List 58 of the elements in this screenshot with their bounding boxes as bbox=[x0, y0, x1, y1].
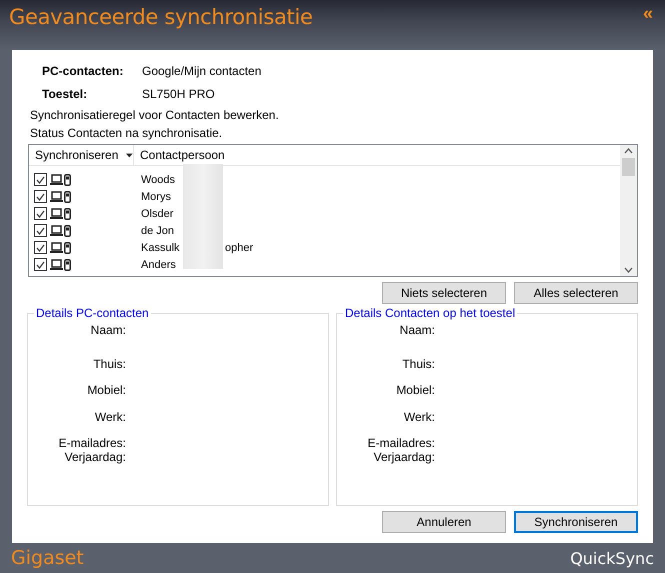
group-title: Details Contacten op het toestel bbox=[343, 306, 518, 320]
product-name: QuickSync bbox=[570, 548, 654, 568]
checkbox[interactable] bbox=[34, 173, 47, 186]
checkbox[interactable] bbox=[34, 190, 47, 203]
checkbox[interactable] bbox=[34, 207, 47, 220]
scroll-thumb[interactable] bbox=[622, 158, 635, 176]
field-label: E-mailadres: bbox=[58, 436, 126, 450]
select-button[interactable]: Niets selecteren bbox=[382, 282, 506, 304]
info-label: Toestel: bbox=[42, 87, 88, 102]
description-text: Status Contacten na synchronisatie. bbox=[30, 126, 224, 141]
phone-icon bbox=[64, 242, 71, 254]
scrollbar[interactable] bbox=[620, 145, 637, 276]
field-label: Naam: bbox=[90, 323, 126, 339]
contact-name: Anders bbox=[141, 258, 176, 270]
checkbox[interactable] bbox=[34, 224, 47, 237]
field-label: Werk: bbox=[404, 410, 435, 426]
field-label: Naam: bbox=[400, 323, 435, 339]
laptop-icon bbox=[50, 208, 63, 219]
contact-name: Woods bbox=[141, 174, 176, 186]
field-label: Mobiel: bbox=[396, 383, 435, 399]
collapse-button[interactable]: « bbox=[642, 3, 653, 24]
info-value: Google/Mijn contacten bbox=[142, 64, 262, 79]
info-value: SL750H PRO bbox=[142, 87, 216, 102]
field-label: Mobiel: bbox=[87, 383, 126, 399]
window-title: Geavanceerde synchronisatie bbox=[9, 5, 313, 29]
laptop-icon bbox=[50, 174, 63, 185]
select-button[interactable]: Alles selecteren bbox=[514, 282, 638, 304]
info-label: PC-contacten: bbox=[42, 64, 124, 79]
field-label: Verjaardag: bbox=[374, 450, 435, 464]
column-header[interactable]: Synchroniseren bbox=[35, 148, 118, 162]
dialog-button[interactable]: Synchroniseren bbox=[514, 511, 638, 533]
dialog-button[interactable]: Annuleren bbox=[382, 511, 506, 533]
phone-icon bbox=[64, 174, 71, 186]
checkbox[interactable] bbox=[34, 258, 47, 271]
laptop-icon bbox=[50, 191, 63, 202]
field-label: Thuis: bbox=[402, 357, 435, 373]
laptop-icon bbox=[50, 242, 63, 253]
description-text: Synchronisatieregel voor Contacten bewerken. bbox=[30, 108, 280, 123]
field-label: Verjaardag: bbox=[64, 450, 126, 464]
brand-logo: Gigaset bbox=[11, 547, 84, 569]
field-label: Thuis: bbox=[93, 357, 126, 373]
laptop-icon bbox=[50, 225, 63, 236]
contact-name: opher bbox=[225, 242, 254, 254]
checkbox[interactable] bbox=[34, 241, 47, 254]
contact-name: de Jon bbox=[141, 224, 174, 236]
group-title: Details PC-contacten bbox=[34, 306, 151, 320]
field-label: E-mailadres: bbox=[368, 436, 435, 450]
column-header[interactable]: Contactpersoon bbox=[140, 148, 225, 162]
phone-icon bbox=[64, 208, 71, 220]
field-label: Werk: bbox=[94, 410, 126, 426]
dropdown-icon[interactable] bbox=[126, 152, 133, 158]
phone-icon bbox=[64, 190, 71, 202]
contact-name: Olsder bbox=[141, 208, 174, 220]
phone-icon bbox=[64, 258, 71, 270]
contact-name: Kassulk bbox=[141, 242, 180, 254]
contact-name: Morys bbox=[141, 190, 171, 202]
phone-icon bbox=[64, 224, 71, 236]
laptop-icon bbox=[50, 259, 63, 270]
